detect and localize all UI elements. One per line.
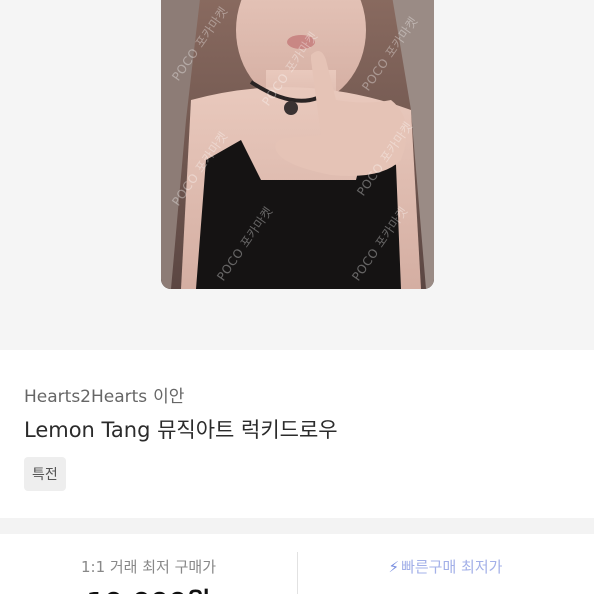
- section-divider: [0, 518, 594, 534]
- artist-row[interactable]: Hearts2Hearts 이안: [24, 382, 184, 407]
- product-info: Hearts2Hearts 이안 Lemon Tang 뮤직아트 럭키드로우 특전: [0, 350, 594, 518]
- product-image-area: POCO 포카마켓 POCO 포카마켓 POCO 포카마켓 POCO 포카마켓 …: [0, 0, 594, 350]
- fast-purchase-price[interactable]: ⚡ 빠른구매 최저가: [297, 534, 594, 594]
- fast-price-label: 빠른구매 최저가: [401, 558, 503, 576]
- lightning-bolt-icon: ⚡: [388, 558, 400, 576]
- photocard-image[interactable]: POCO 포카마켓 POCO 포카마켓 POCO 포카마켓 POCO 포카마켓 …: [161, 0, 434, 289]
- product-title: Lemon Tang 뮤직아트 럭키드로우: [24, 418, 338, 442]
- benefit-badge: 특전: [24, 457, 66, 491]
- price-section: 1:1 거래 최저 구매가 10,000원 ⚡빠른구매 최저가: [0, 534, 594, 594]
- artist-name[interactable]: Hearts2Hearts: [24, 387, 147, 407]
- fast-price-label-row: ⚡ 빠른구매 최저가: [297, 556, 594, 577]
- direct-trade-price[interactable]: 1:1 거래 최저 구매가 10,000원: [0, 534, 297, 594]
- member-name: 이안: [153, 387, 185, 407]
- product-detail-page: POCO 포카마켓 POCO 포카마켓 POCO 포카마켓 POCO 포카마켓 …: [0, 0, 594, 594]
- photocard-illustration: [161, 0, 434, 289]
- direct-price-value: 10,000원: [0, 582, 297, 594]
- direct-price-label: 1:1 거래 최저 구매가: [80, 558, 217, 576]
